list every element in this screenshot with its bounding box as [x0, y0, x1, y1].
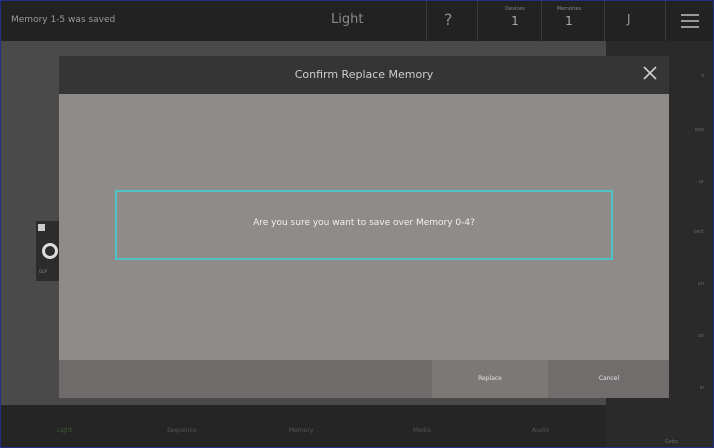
dialog-header: Confirm Replace Memory: [59, 56, 669, 94]
memories-label: Memories: [556, 6, 582, 12]
divider: [426, 1, 427, 41]
page-title: Light: [331, 12, 364, 27]
device-ring-icon: [42, 243, 58, 259]
cancel-button[interactable]: Cancel: [549, 360, 669, 398]
message-box: Are you sure you want to save over Memor…: [115, 190, 613, 260]
device-caption: GLP: [39, 269, 47, 274]
dialog-footer: Replace Cancel: [59, 360, 669, 398]
top-bar: Memory 1-5 was saved Light ? Devices 1 M…: [1, 1, 713, 41]
help-button[interactable]: ?: [444, 10, 453, 29]
confirm-replace-dialog: Confirm Replace Memory Are you sure you …: [59, 56, 669, 398]
dialog-body: Are you sure you want to save over Memor…: [59, 94, 669, 360]
tab-memory[interactable]: Memory: [289, 427, 313, 434]
memories-count: 1: [565, 14, 573, 28]
status-message: Memory 1-5 was saved: [11, 15, 116, 25]
divider: [604, 1, 605, 41]
tab-sequence[interactable]: Sequence: [167, 427, 197, 434]
bottom-nav: Light Sequence Memory Media Audio: [1, 405, 606, 447]
memories-counter[interactable]: Memories 1: [542, 6, 596, 28]
tab-media[interactable]: Media: [413, 427, 431, 434]
j-button[interactable]: J: [627, 12, 631, 26]
devices-count: 1: [511, 14, 519, 28]
dialog-title: Confirm Replace Memory: [294, 68, 434, 81]
right-panel-bottom-label: Gobo: [664, 439, 678, 445]
checkbox-icon: [38, 224, 45, 231]
close-icon[interactable]: [641, 64, 659, 82]
divider: [477, 1, 478, 41]
tab-light[interactable]: Light: [57, 427, 72, 434]
hamburger-menu-icon[interactable]: [681, 14, 699, 32]
devices-counter[interactable]: Devices 1: [488, 6, 542, 28]
replace-button[interactable]: Replace: [432, 360, 548, 398]
confirm-message: Are you sure you want to save over Memor…: [253, 218, 475, 228]
tab-audio[interactable]: Audio: [532, 427, 549, 434]
divider: [665, 1, 666, 41]
devices-label: Devices: [505, 6, 525, 12]
